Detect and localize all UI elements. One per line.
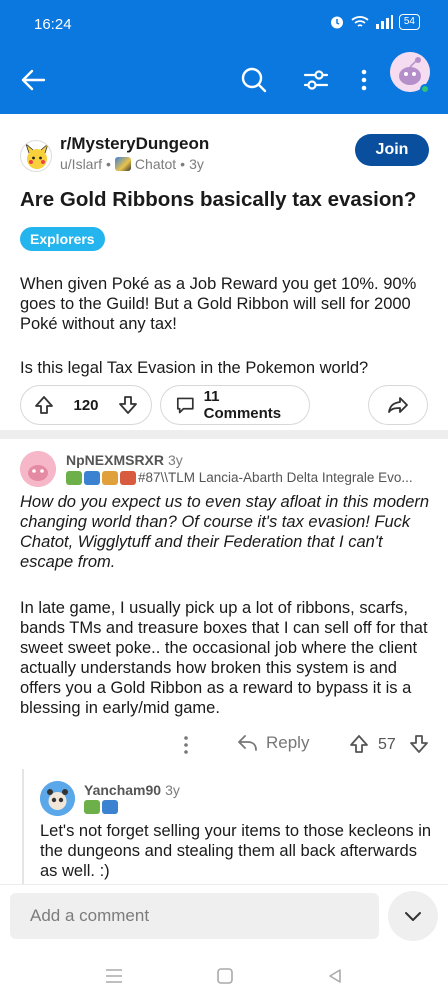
- section-divider: [0, 430, 448, 439]
- chevron-down-icon: [405, 912, 421, 921]
- collapse-button[interactable]: [388, 891, 438, 941]
- status-icons: 54: [329, 14, 420, 30]
- comments-count: 11 Comments: [203, 388, 282, 422]
- share-button[interactable]: [368, 385, 428, 425]
- flair-emoji-icon: [102, 470, 118, 485]
- comment-age: 3y: [168, 452, 183, 468]
- vote-count: 120: [73, 396, 99, 414]
- post-title: Are Gold Ribbons basically tax evasion?: [20, 188, 417, 211]
- thread-line[interactable]: [22, 769, 24, 889]
- wifi-icon: [351, 16, 369, 27]
- downvote-icon[interactable]: [408, 733, 430, 755]
- meta-separator: •: [106, 156, 111, 172]
- comment-text: In late game, I usually pick up a lot of…: [20, 599, 428, 717]
- flair-emoji-icon: [120, 470, 136, 485]
- arrow-left-icon[interactable]: [18, 64, 50, 96]
- comment-text: Let's not forget selling your items to t…: [40, 822, 432, 880]
- post-meta: u/Islarf • Chatot • 3y: [60, 156, 204, 172]
- home-icon[interactable]: [216, 967, 234, 985]
- reply-label: Reply: [266, 733, 310, 752]
- add-comment-input[interactable]: Add a comment: [10, 893, 379, 939]
- status-time: 16:24: [34, 16, 72, 33]
- comment-quote-text: How do you expect us to even stay afloat…: [20, 493, 430, 571]
- battery-indicator: 54: [398, 14, 420, 30]
- bottom-bar: Add a comment: [0, 884, 448, 1000]
- comment-actions: Reply 57: [0, 731, 448, 761]
- filter-icon[interactable]: [300, 64, 332, 96]
- flair-emoji-icon: [84, 470, 100, 485]
- post-body-paragraph: When given Poké as a Job Reward you get …: [20, 275, 417, 333]
- nav-row: [0, 52, 448, 108]
- more-vertical-icon[interactable]: [178, 733, 194, 757]
- post-author[interactable]: u/Islarf: [60, 156, 102, 172]
- back-triangle-icon[interactable]: [326, 967, 344, 985]
- status-bar: 16:24 54: [0, 0, 448, 48]
- meta-separator: •: [180, 156, 186, 172]
- user-flair-text: #87\\TLM Lancia-Abarth Delta Integrale E…: [138, 470, 413, 485]
- upvote-icon[interactable]: [33, 394, 55, 416]
- pancham-avatar-icon: [40, 781, 75, 816]
- app-header: 16:24 54: [0, 0, 448, 114]
- online-indicator: [420, 84, 430, 94]
- comment-icon: [176, 397, 194, 414]
- snoo-avatar-icon: [20, 451, 56, 487]
- system-nav-bar: [0, 955, 448, 995]
- upvote-icon[interactable]: [348, 733, 370, 755]
- subreddit-name[interactable]: r/MysteryDungeon: [60, 134, 209, 154]
- menu-icon[interactable]: [104, 967, 124, 985]
- reply-button[interactable]: Reply: [236, 733, 309, 753]
- comment-author[interactable]: NpNEXMSRXR 3y: [66, 452, 183, 468]
- subreddit-icon[interactable]: [20, 140, 52, 172]
- author-flair: Chatot: [134, 156, 177, 172]
- vote-control: 120: [20, 385, 152, 425]
- flair-emoji-icon: [84, 800, 100, 814]
- comment-author[interactable]: Yancham90 3y: [84, 782, 180, 798]
- reply-icon: [238, 735, 257, 751]
- post-actions: 120 11 Comments: [20, 385, 430, 425]
- post-body-paragraph: Is this legal Tax Evasion in the Pokemon…: [20, 359, 369, 377]
- comment-age: 3y: [165, 782, 180, 798]
- comments-button[interactable]: 11 Comments: [160, 385, 310, 425]
- more-vertical-icon[interactable]: [352, 64, 376, 96]
- flair-emoji-icon: [66, 470, 82, 485]
- user-flair: #87\\TLM Lancia-Abarth Delta Integrale E…: [66, 470, 436, 485]
- post-age: 3y: [189, 156, 204, 172]
- pikachu-icon: [25, 142, 49, 169]
- downvote-icon[interactable]: [117, 394, 139, 416]
- join-button[interactable]: Join: [355, 134, 429, 166]
- chatot-flair-icon: [114, 157, 131, 171]
- comment-score: 57: [378, 736, 396, 753]
- user-flair: [84, 800, 118, 814]
- search-icon[interactable]: [238, 64, 270, 96]
- alarm-icon: [330, 16, 343, 29]
- flair-emoji-icon: [102, 800, 118, 814]
- commenter-avatar[interactable]: [20, 451, 56, 487]
- commenter-avatar[interactable]: [40, 781, 75, 816]
- signal-icon: [375, 15, 393, 29]
- post-flair[interactable]: Explorers: [20, 227, 105, 251]
- share-icon: [388, 397, 408, 413]
